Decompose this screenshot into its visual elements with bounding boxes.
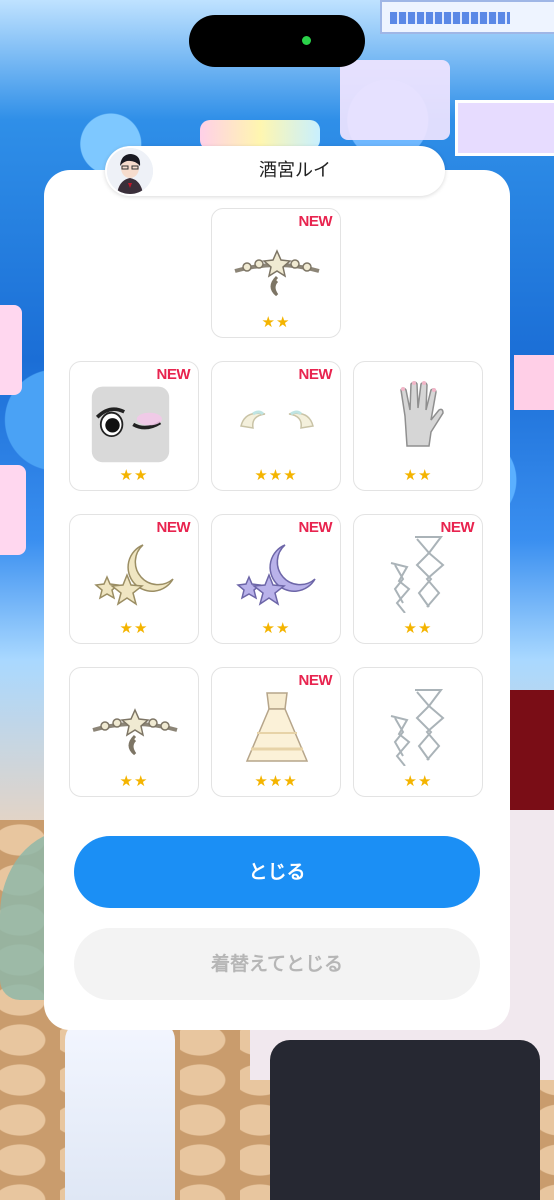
background-pink-panel: [514, 355, 554, 410]
background-character-boots: [270, 1040, 540, 1200]
rarity-stars: ★★: [119, 466, 149, 484]
item-tile[interactable]: NEW ★★: [353, 514, 483, 644]
camera-indicator-dot: [302, 36, 311, 45]
change-and-close-button[interactable]: 着替えてとじる: [74, 928, 480, 1000]
ribbon-legwear-icon: [390, 536, 445, 613]
item-tile[interactable]: ★★: [353, 667, 483, 797]
moon-hairpin-icon: [94, 544, 174, 606]
new-badge: NEW: [298, 519, 333, 536]
item-tile[interactable]: ★★: [69, 667, 199, 797]
rarity-stars: ★★★: [254, 772, 298, 790]
background-pink-panel: [0, 305, 22, 395]
glove-icon: [400, 381, 444, 447]
item-tile[interactable]: ★★: [353, 361, 483, 491]
character-header: 酒宮ルイ: [105, 146, 445, 196]
character-name: 酒宮ルイ: [259, 160, 331, 181]
eye-makeup-icon: [91, 386, 170, 463]
item-tile[interactable]: NEW ★★: [211, 208, 341, 338]
ribbon-legwear-icon: [390, 689, 445, 766]
rarity-stars: ★★: [403, 619, 433, 637]
item-tile[interactable]: NEW ★★: [211, 514, 341, 644]
tiara-icon: [234, 249, 320, 297]
dress-icon: [245, 692, 309, 762]
rarity-stars: ★★: [119, 619, 149, 637]
background-character-detail: [505, 690, 554, 810]
moon-hairpin-icon: [236, 544, 316, 606]
rarity-stars: ★★: [261, 313, 291, 331]
new-badge: NEW: [298, 366, 333, 383]
item-tile[interactable]: NEW ★★★: [211, 361, 341, 491]
background-pink-panel: [0, 465, 26, 555]
new-badge: NEW: [298, 213, 333, 230]
rarity-stars: ★★: [119, 772, 149, 790]
background-heart-sign: [455, 100, 554, 156]
rarity-stars: ★★: [403, 772, 433, 790]
progress-widget: [380, 0, 554, 34]
rarity-stars: ★★: [403, 466, 433, 484]
camera-notch: [189, 15, 365, 67]
item-tile[interactable]: NEW ★★: [69, 514, 199, 644]
background-character-boots: [65, 1020, 175, 1200]
horns-icon: [240, 410, 314, 429]
new-badge: NEW: [156, 519, 191, 536]
close-button[interactable]: とじる: [74, 836, 480, 908]
item-tile[interactable]: NEW ★★: [69, 361, 199, 491]
rarity-stars: ★★: [261, 619, 291, 637]
item-tile[interactable]: NEW ★★★: [211, 667, 341, 797]
tiara-icon: [92, 708, 178, 756]
background-cake-deco: [340, 60, 450, 140]
rarity-stars: ★★★: [254, 466, 298, 484]
